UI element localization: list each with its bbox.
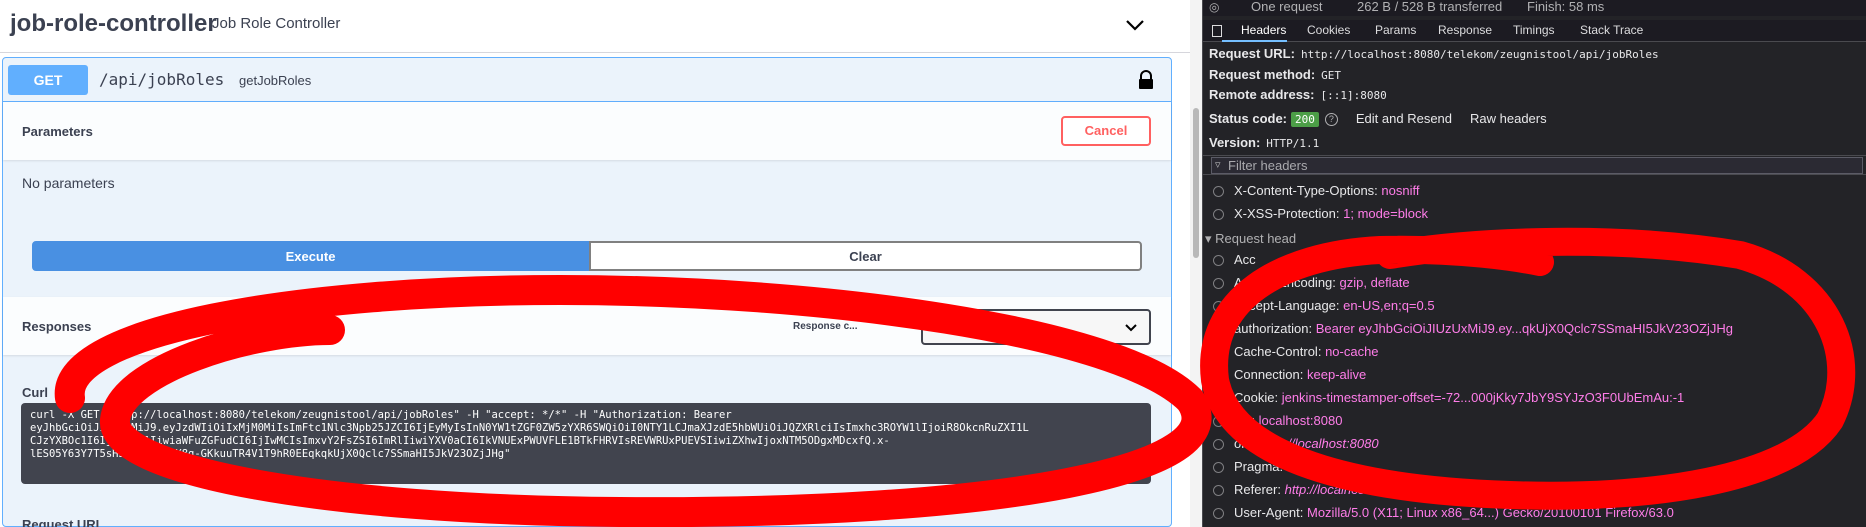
request-header-row: ost: localhost:8080 [1213,413,1342,435]
filter-icon: ▿ [1215,159,1221,171]
lock-icon[interactable] [1137,70,1155,90]
page-scrollbar[interactable] [1190,0,1202,527]
info-icon [1213,255,1224,267]
request-header-row: Accept-Language: en-US,en;q=0.5 [1213,298,1435,320]
scrollbar-thumb[interactable] [1193,108,1199,258]
request-header-row: Pragma: [1213,459,1283,481]
info-icon [1213,347,1224,359]
response-header-row: X-Content-Type-Options: nosniff [1213,183,1420,205]
status-badge: 200 [1291,112,1319,127]
operation-summary[interactable]: GET /api/jobRoles getJobRoles [3,58,1171,102]
request-header-row: User-Agent: Mozilla/5.0 (X11; Linux x86_… [1213,505,1674,527]
info-icon [1213,439,1224,451]
file-icon[interactable] [1212,25,1222,37]
filter-headers-input[interactable]: Filter headers [1211,157,1863,174]
execute-button[interactable]: Execute [32,241,589,271]
info-icon [1213,485,1224,497]
operation-id: getJobRoles [239,73,312,88]
tab-params[interactable]: Params [1375,23,1416,37]
responses-title: Responses [22,319,92,334]
curl-code-block[interactable]: curl -X GET "http://localhost:8080/telek… [21,403,1151,484]
info-icon [1213,324,1224,336]
operation-path: /api/jobRoles [99,70,225,89]
response-content-type-select[interactable] [921,309,1151,345]
request-header-row: Acc [1213,252,1256,274]
request-header-row: Cookie: jenkins-timestamper-offset=-72..… [1213,390,1684,412]
request-header-row: origi http://localhost:8080 [1213,436,1379,458]
help-icon[interactable]: ? [1324,113,1338,127]
request-header-row: Connection: keep-alive [1213,367,1366,389]
info-icon [1213,462,1224,474]
raw-headers-toggle[interactable]: Raw headers [1470,111,1547,126]
info-icon [1213,278,1224,290]
status-code-label: Status code: [1209,111,1288,126]
tag-description: Job Role Controller [212,15,341,32]
filter-bar: Filter headers ▿ [1203,155,1866,175]
cancel-button[interactable]: Cancel [1061,116,1151,146]
status-code-row: Status code: 200? Edit and Resend Raw heade… [1209,111,1547,127]
execute-wrapper: Execute Clear [32,241,1142,271]
parameters-section-header: Parameters Cancel [3,102,1171,160]
network-summary-bar: ◎ One request 262 B / 528 B transferred … [1203,0,1866,16]
version-row: Version: HTTP/1.1 [1209,135,1319,150]
info-icon [1213,301,1224,313]
timer-icon: ◎ [1209,0,1220,14]
tab-timings[interactable]: Timings [1513,23,1555,37]
response-header-row: X-XSS-Protection: 1; mode=block [1213,206,1428,228]
tag-header[interactable]: job-role-controller Job Role Controller [0,0,1190,53]
request-method-row: Request method: GET [1209,67,1341,82]
request-header-row: Referer: http://localhos...wagger-ui.htm… [1213,482,1461,504]
request-method-label: Request method: [1209,67,1316,82]
request-header-row: Accept-Encoding: gzip, deflate [1213,275,1410,297]
devtools-network-panel: ◎ One request 262 B / 528 B transferred … [1202,0,1866,527]
edit-resend-button[interactable]: Edit and Resend [1356,111,1452,126]
curl-label: Curl [22,385,48,400]
info-icon [1213,393,1224,405]
finish-time: Finish: 58 ms [1527,0,1605,14]
remote-address-row: Remote address: [::1]:8080 [1209,87,1387,102]
parameters-title: Parameters [22,124,93,139]
version-label: Version: [1209,135,1261,150]
info-icon [1213,370,1224,382]
operation-block: GET /api/jobRoles getJobRoles Parameters… [2,57,1172,527]
chevron-down-icon[interactable] [1122,12,1148,38]
chevron-down-icon [1125,324,1137,332]
swagger-ui-pane: job-role-controller Job Role Controller … [0,0,1190,527]
request-header-row: authorization: Bearer eyJhbGciOiJIUzUxMi… [1213,321,1733,343]
method-badge: GET [8,65,88,95]
tab-stack-trace[interactable]: Stack Trace [1580,23,1643,37]
details-tabs: Headers Cookies Params Response Timings … [1203,20,1866,42]
info-icon [1213,186,1224,198]
clear-button[interactable]: Clear [589,241,1142,271]
tab-headers[interactable]: Headers [1241,23,1286,37]
info-icon [1213,416,1224,428]
no-parameters-text: No parameters [22,175,115,191]
remote-address-label: Remote address: [1209,87,1315,102]
info-icon [1213,508,1224,520]
tab-response[interactable]: Response [1438,23,1492,37]
request-method-value: GET [1321,69,1342,82]
request-url-row: Request URL: http://localhost:8080/teleko… [1209,46,1659,61]
request-url-value[interactable]: http://localhost:8080/telekom/zeugnistoo… [1301,48,1659,61]
version-value: HTTP/1.1 [1266,137,1320,150]
request-count: One request [1251,0,1323,14]
transferred-size: 262 B / 528 B transferred [1357,0,1503,14]
request-url-label: Request URL: [1209,46,1295,61]
info-icon [1213,209,1224,221]
curl-command: curl -X GET "http://localhost:8080/telek… [30,409,1029,460]
tab-cookies[interactable]: Cookies [1307,23,1350,37]
remote-address-value: [::1]:8080 [1320,89,1387,102]
request-headers-group-title[interactable]: ▾ Request head [1205,231,1296,247]
active-tab-indicator [1222,40,1287,42]
collapse-triangle-icon: ▾ [1205,231,1212,246]
tag-name: job-role-controller [10,10,217,37]
request-url-label: Request URL [22,517,104,527]
response-content-type-label: Response c... [793,321,858,332]
request-header-row: Cache-Control: no-cache [1213,344,1379,366]
